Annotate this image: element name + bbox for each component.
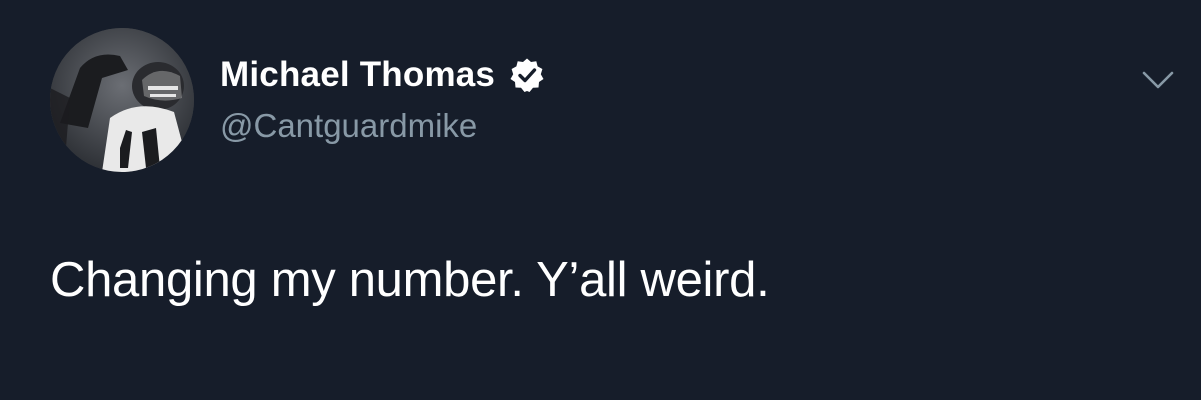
tweet-text: Changing my number. Y’all weird.: [50, 253, 770, 307]
tweet-card: Michael Thomas @Cantguardmike Changing m…: [0, 0, 1201, 400]
avatar[interactable]: [50, 28, 194, 172]
verified-badge-icon: [509, 57, 545, 93]
author-name-row[interactable]: Michael Thomas: [220, 52, 545, 98]
chevron-down-icon[interactable]: [1140, 68, 1176, 92]
display-name[interactable]: Michael Thomas: [220, 55, 495, 95]
user-handle[interactable]: @Cantguardmike: [220, 107, 477, 145]
football-player-avatar-icon: [50, 28, 194, 172]
